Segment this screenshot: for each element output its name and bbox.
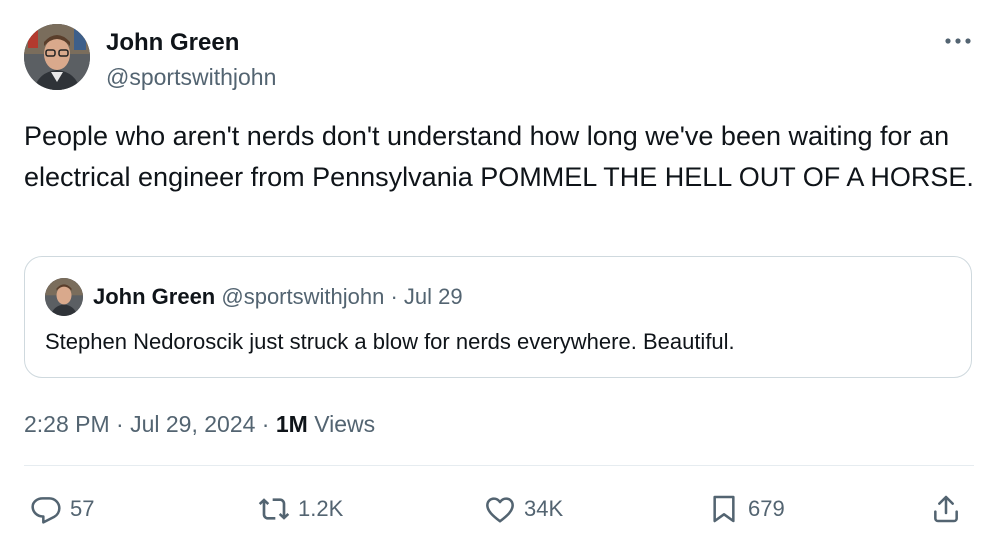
quoted-handle-date: @sportswithjohn · Jul 29 [221, 284, 463, 309]
bookmark-count: 679 [748, 496, 785, 521]
author-avatar[interactable] [24, 24, 90, 90]
action-bar: 57 1.2K 34K 679 [0, 486, 1000, 532]
like-button[interactable]: 34K [484, 486, 563, 532]
more-icon[interactable] [940, 26, 976, 56]
divider [24, 465, 974, 466]
tweet-text: People who aren't nerds don't understand… [24, 121, 974, 192]
reply-count: 57 [70, 496, 95, 521]
share-icon [934, 495, 958, 523]
repost-count: 1.2K [298, 496, 344, 521]
quoted-text: Stephen Nedoroscik just struck a blow fo… [45, 329, 735, 354]
timestamp[interactable]: 2:28 PM · Jul 29, 2024 · [24, 411, 276, 437]
like-icon [486, 497, 514, 523]
reply-icon [31, 497, 61, 524]
quoted-header: John Green @sportswithjohn · Jul 29 [93, 283, 463, 311]
like-count: 34K [524, 496, 564, 521]
bookmark-button[interactable]: 679 [708, 486, 785, 532]
bookmark-icon [713, 495, 735, 523]
share-button[interactable] [930, 486, 962, 532]
repost-button[interactable]: 1.2K [258, 486, 343, 532]
author-name[interactable]: John Green [106, 28, 239, 58]
quoted-tweet[interactable]: John Green @sportswithjohn · Jul 29 Step… [24, 256, 972, 378]
tweet-meta: 2:28 PM · Jul 29, 2024 · 1M Views [24, 408, 375, 440]
views-count[interactable]: 1M [276, 411, 308, 437]
views-label: Views [307, 411, 376, 437]
reply-button[interactable]: 57 [30, 486, 94, 532]
author-handle[interactable]: @sportswithjohn [106, 62, 276, 92]
quoted-author-name: John Green [93, 284, 216, 309]
repost-icon [258, 498, 290, 520]
quoted-avatar[interactable] [45, 278, 83, 316]
